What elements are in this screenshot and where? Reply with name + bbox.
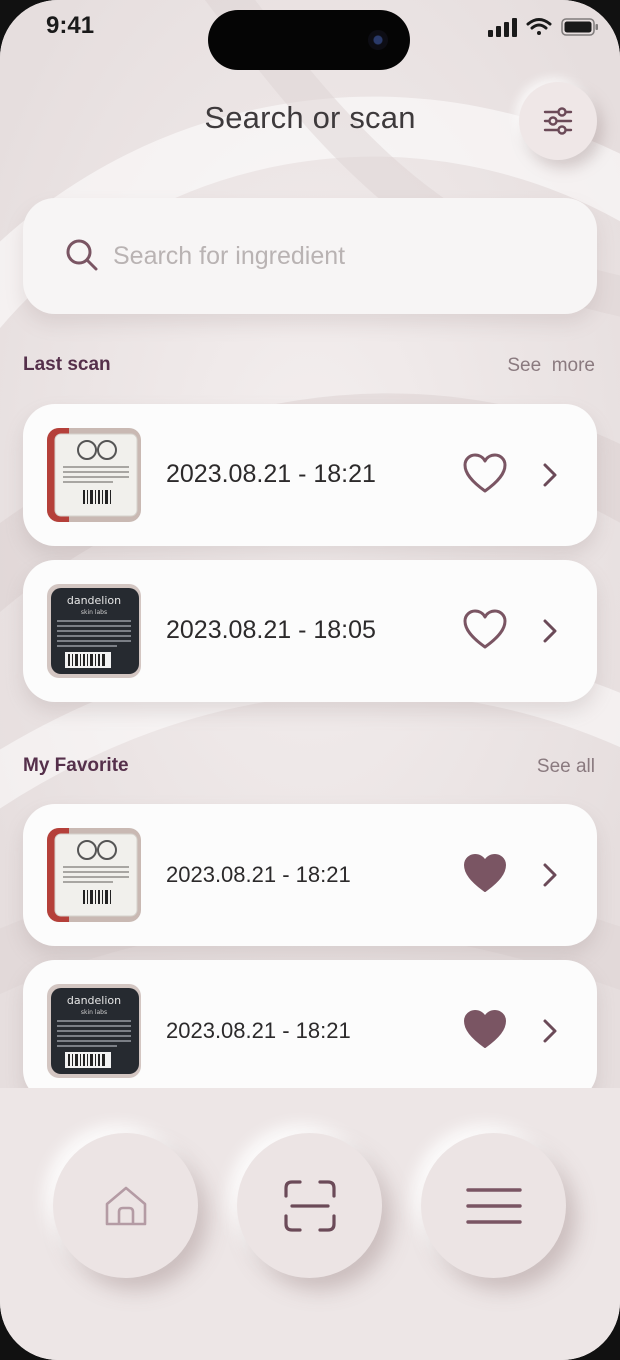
chevron-right-icon[interactable] bbox=[539, 461, 561, 489]
menu-icon bbox=[465, 1187, 522, 1224]
home-button[interactable] bbox=[53, 1133, 198, 1278]
thumbnail-sub-text: skin labs bbox=[81, 609, 107, 616]
product-thumbnail-white bbox=[47, 428, 141, 522]
scan-date: 2023.08.21 - 18:21 bbox=[166, 460, 376, 488]
menu-button[interactable] bbox=[421, 1133, 566, 1278]
heart-filled-icon[interactable] bbox=[463, 1009, 507, 1051]
phone-screen: 9:41 Search or scan Search for ingredien… bbox=[0, 0, 620, 1360]
scan-card[interactable]: dandelion skin labs 2023.08.21 - 18:05 bbox=[23, 560, 597, 702]
home-icon bbox=[105, 1186, 146, 1225]
scan-icon bbox=[283, 1179, 336, 1232]
favorite-card[interactable]: dandelion skin labs 2023.08.21 - 18:21 bbox=[23, 960, 597, 1102]
scan-card[interactable]: 2023.08.21 - 18:21 bbox=[23, 404, 597, 546]
last-scan-heading: Last scan bbox=[23, 354, 111, 375]
heart-filled-icon[interactable] bbox=[463, 853, 507, 895]
wifi-icon bbox=[526, 18, 552, 35]
product-thumbnail-dandelion: dandelion skin labs bbox=[47, 984, 141, 1078]
chevron-right-icon[interactable] bbox=[539, 1017, 561, 1045]
signal-icon bbox=[488, 18, 517, 37]
thumbnail-brand-text: dandelion bbox=[67, 994, 121, 1007]
product-thumbnail-white bbox=[47, 828, 141, 922]
heart-outline-icon[interactable] bbox=[463, 453, 507, 495]
battery-icon bbox=[561, 18, 598, 36]
search-box[interactable] bbox=[23, 198, 597, 314]
favorite-card[interactable]: 2023.08.21 - 18:21 bbox=[23, 804, 597, 946]
status-time: 9:41 bbox=[46, 12, 95, 39]
dynamic-island bbox=[208, 10, 410, 70]
camera-icon bbox=[368, 30, 388, 50]
status-icons bbox=[488, 18, 598, 37]
chevron-right-icon[interactable] bbox=[539, 861, 561, 889]
sliders-icon bbox=[543, 107, 573, 135]
chevron-right-icon[interactable] bbox=[539, 617, 561, 645]
favorite-date: 2023.08.21 - 18:21 bbox=[166, 862, 351, 887]
favorite-date: 2023.08.21 - 18:21 bbox=[166, 1018, 351, 1043]
search-icon bbox=[66, 239, 98, 271]
scan-button[interactable] bbox=[237, 1133, 382, 1278]
thumbnail-brand-text: dandelion bbox=[67, 594, 121, 607]
see-more-link[interactable]: See more bbox=[507, 355, 595, 377]
scan-date: 2023.08.21 - 18:05 bbox=[166, 616, 376, 644]
search-input[interactable] bbox=[113, 232, 553, 280]
favorites-heading: My Favorite bbox=[23, 755, 129, 776]
filter-button[interactable] bbox=[519, 82, 597, 160]
see-all-link[interactable]: See all bbox=[537, 756, 595, 778]
heart-outline-icon[interactable] bbox=[463, 609, 507, 651]
product-thumbnail-dandelion: dandelion skin labs bbox=[47, 584, 141, 678]
thumbnail-sub-text: skin labs bbox=[81, 1009, 107, 1016]
